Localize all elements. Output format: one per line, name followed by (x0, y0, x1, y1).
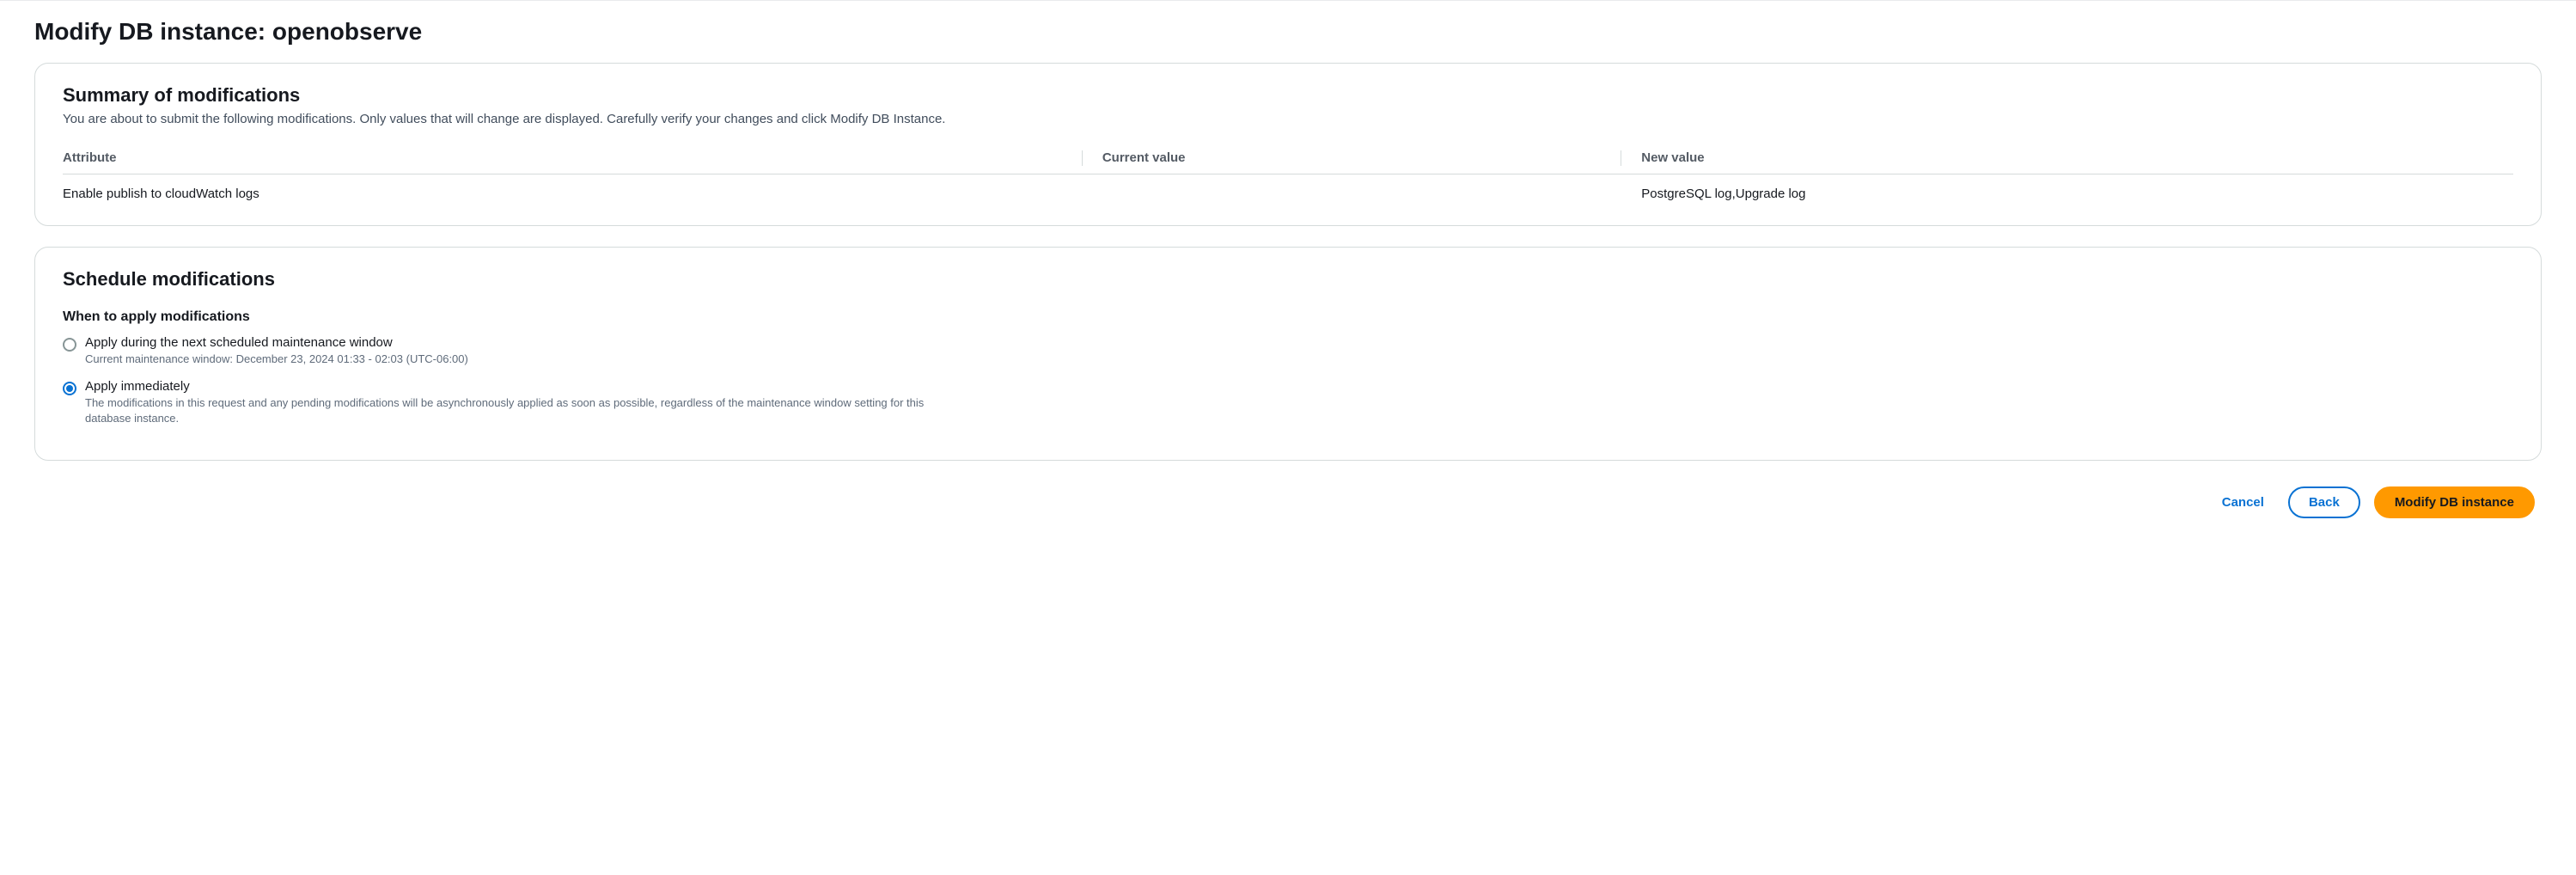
cell-attribute: Enable publish to cloudWatch logs (63, 174, 1092, 205)
back-button[interactable]: Back (2288, 486, 2360, 518)
radio-label-apply-immediately[interactable]: Apply immediately (85, 379, 927, 394)
radio-input-apply-immediately[interactable] (63, 382, 76, 395)
schedule-heading: Schedule modifications (63, 268, 2513, 291)
radio-option-maintenance-window[interactable]: Apply during the next scheduled maintena… (63, 335, 2513, 367)
radio-text-block: Apply immediately The modifications in t… (85, 379, 927, 426)
summary-description: You are about to submit the following mo… (63, 112, 2513, 126)
radio-option-apply-immediately[interactable]: Apply immediately The modifications in t… (63, 379, 2513, 426)
footer-buttons: Cancel Back Modify DB instance (34, 481, 2542, 518)
radio-description-apply-immediately: The modifications in this request and an… (85, 395, 927, 426)
page-container: Modify DB instance: openobserve Summary … (0, 0, 2576, 535)
column-header-new-value: New value (1631, 142, 2513, 174)
radio-input-maintenance-window[interactable] (63, 338, 76, 352)
cancel-button[interactable]: Cancel (2212, 488, 2274, 517)
radio-text-block: Apply during the next scheduled maintena… (85, 335, 468, 367)
summary-panel: Summary of modifications You are about t… (34, 63, 2542, 226)
cell-current-value (1092, 174, 1631, 205)
schedule-sub-heading: When to apply modifications (63, 309, 2513, 325)
page-title: Modify DB instance: openobserve (34, 18, 2542, 46)
summary-table: Attribute Current value New value Enable… (63, 142, 2513, 205)
column-header-current-value: Current value (1092, 142, 1631, 174)
radio-label-maintenance-window[interactable]: Apply during the next scheduled maintena… (85, 335, 468, 350)
summary-heading: Summary of modifications (63, 84, 2513, 107)
radio-description-maintenance-window: Current maintenance window: December 23,… (85, 352, 468, 367)
cell-new-value: PostgreSQL log,Upgrade log (1631, 174, 2513, 205)
modify-db-instance-button[interactable]: Modify DB instance (2374, 486, 2535, 518)
column-header-attribute: Attribute (63, 142, 1092, 174)
schedule-panel: Schedule modifications When to apply mod… (34, 247, 2542, 461)
table-row: Enable publish to cloudWatch logs Postgr… (63, 174, 2513, 205)
